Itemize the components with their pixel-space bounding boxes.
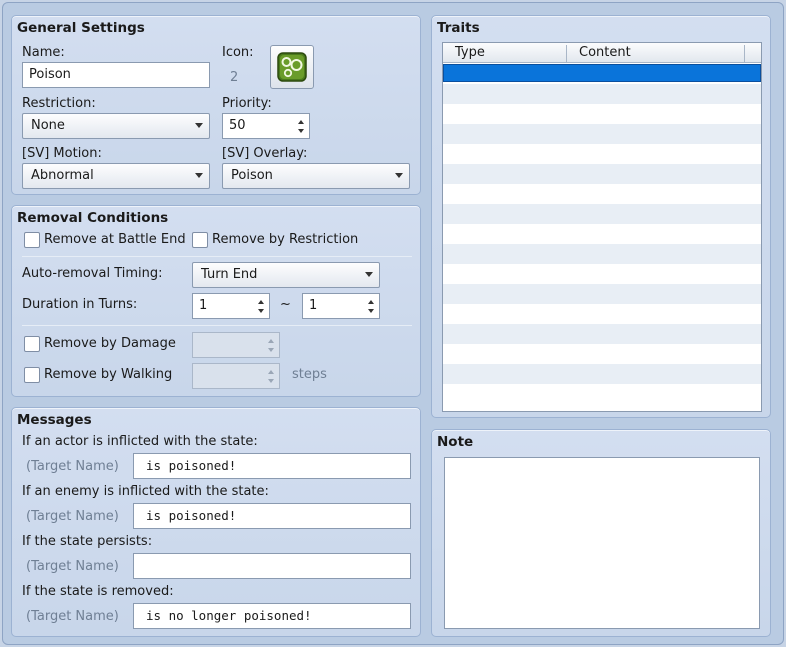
battle-end-label[interactable]: Remove at Battle End (44, 232, 186, 247)
persists-message-input[interactable] (133, 553, 411, 579)
spin-up-icon (268, 339, 274, 343)
chevron-down-icon (365, 272, 373, 277)
divider (22, 325, 412, 326)
table-row[interactable] (443, 144, 761, 164)
table-row[interactable] (443, 204, 761, 224)
table-row[interactable] (443, 124, 761, 144)
motion-dropdown[interactable]: Abnormal (22, 163, 210, 189)
icon-label: Icon: (222, 45, 254, 60)
walking-stepper (192, 363, 280, 389)
timing-value: Turn End (201, 267, 258, 282)
table-row[interactable] (443, 384, 761, 404)
overlay-label: [SV] Overlay: (222, 146, 308, 161)
priority-label: Priority: (222, 96, 272, 111)
target-name-placeholder: (Target Name) (26, 609, 119, 624)
walking-label[interactable]: Remove by Walking (44, 367, 172, 382)
note-title: Note (437, 434, 474, 450)
table-row[interactable] (443, 284, 761, 304)
restriction-dropdown[interactable]: None (22, 113, 210, 139)
spin-down-icon (268, 348, 274, 352)
icon-index: 2 (230, 70, 239, 85)
name-label: Name: (22, 45, 65, 60)
table-row[interactable] (443, 244, 761, 264)
spin-down-icon[interactable] (368, 309, 374, 313)
table-row[interactable] (443, 104, 761, 124)
table-row[interactable] (443, 64, 761, 82)
priority-value: 50 (229, 118, 246, 133)
column-header-content[interactable]: Content (567, 45, 745, 62)
duration-label: Duration in Turns: (22, 297, 138, 312)
table-row[interactable] (443, 304, 761, 324)
table-row[interactable] (443, 324, 761, 344)
damage-stepper (192, 332, 280, 358)
spin-up-icon[interactable] (258, 300, 264, 304)
poison-icon (277, 52, 307, 82)
spin-up-icon[interactable] (298, 120, 304, 124)
general-settings-panel: General Settings Name: Poison Icon: 2 Re… (11, 15, 421, 195)
table-row[interactable] (443, 84, 761, 104)
note-panel: Note (431, 429, 771, 637)
table-row[interactable] (443, 264, 761, 284)
traits-list[interactable]: Type Content (442, 42, 762, 412)
traits-title: Traits (437, 20, 480, 36)
steps-label: steps (292, 367, 327, 382)
damage-checkbox[interactable] (24, 336, 40, 352)
restriction-checkbox[interactable] (192, 232, 208, 248)
target-name-placeholder: (Target Name) (26, 559, 119, 574)
duration-max-value: 1 (309, 298, 318, 313)
removal-conditions-title: Removal Conditions (17, 210, 169, 226)
motion-value: Abnormal (31, 168, 94, 183)
removed-message-label: If the state is removed: (22, 584, 174, 599)
restriction-label: Restriction: (22, 96, 96, 111)
icon-picker-button[interactable] (270, 45, 314, 89)
chevron-down-icon (395, 173, 403, 178)
tilde-separator: ~ (280, 297, 291, 312)
table-row[interactable] (443, 184, 761, 204)
restriction-value: None (31, 118, 65, 133)
timing-label: Auto-removal Timing: (22, 266, 163, 281)
chevron-down-icon (195, 173, 203, 178)
walking-checkbox[interactable] (24, 367, 40, 383)
table-row[interactable] (443, 164, 761, 184)
restriction-removal-label[interactable]: Remove by Restriction (212, 232, 358, 247)
spin-up-icon (268, 370, 274, 374)
duration-max-stepper[interactable]: 1 (302, 293, 380, 319)
removal-conditions-panel: Removal Conditions Remove at Battle End … (11, 205, 421, 397)
note-textarea[interactable] (444, 457, 760, 629)
chevron-down-icon (195, 123, 203, 128)
priority-stepper[interactable]: 50 (222, 113, 310, 139)
spin-down-icon[interactable] (258, 309, 264, 313)
spin-down-icon[interactable] (298, 129, 304, 133)
spin-down-icon (268, 379, 274, 383)
table-row[interactable] (443, 344, 761, 364)
messages-panel: Messages If an actor is inflicted with t… (11, 407, 421, 637)
overlay-value: Poison (231, 168, 273, 183)
enemy-message-input[interactable]: is poisoned! (133, 503, 411, 529)
persists-message-label: If the state persists: (22, 534, 153, 549)
timing-dropdown[interactable]: Turn End (192, 262, 380, 288)
messages-title: Messages (17, 412, 92, 428)
target-name-placeholder: (Target Name) (26, 459, 119, 474)
column-header-type[interactable]: Type (443, 45, 567, 62)
duration-min-stepper[interactable]: 1 (192, 293, 270, 319)
enemy-message-label: If an enemy is inflicted with the state: (22, 484, 269, 499)
traits-panel: Traits Type Content (431, 15, 771, 418)
damage-label[interactable]: Remove by Damage (44, 336, 176, 351)
traits-table-header: Type Content (443, 43, 761, 63)
state-editor-window: General Settings Name: Poison Icon: 2 Re… (2, 2, 784, 645)
spin-up-icon[interactable] (368, 300, 374, 304)
general-settings-title: General Settings (17, 20, 145, 36)
actor-message-input[interactable]: is poisoned! (133, 453, 411, 479)
battle-end-checkbox[interactable] (24, 232, 40, 248)
actor-message-label: If an actor is inflicted with the state: (22, 434, 258, 449)
table-row[interactable] (443, 224, 761, 244)
divider (22, 256, 412, 257)
duration-min-value: 1 (199, 298, 208, 313)
table-row[interactable] (443, 364, 761, 384)
overlay-dropdown[interactable]: Poison (222, 163, 410, 189)
removed-message-input[interactable]: is no longer poisoned! (133, 603, 411, 629)
target-name-placeholder: (Target Name) (26, 509, 119, 524)
name-input[interactable]: Poison (22, 62, 210, 88)
motion-label: [SV] Motion: (22, 146, 102, 161)
